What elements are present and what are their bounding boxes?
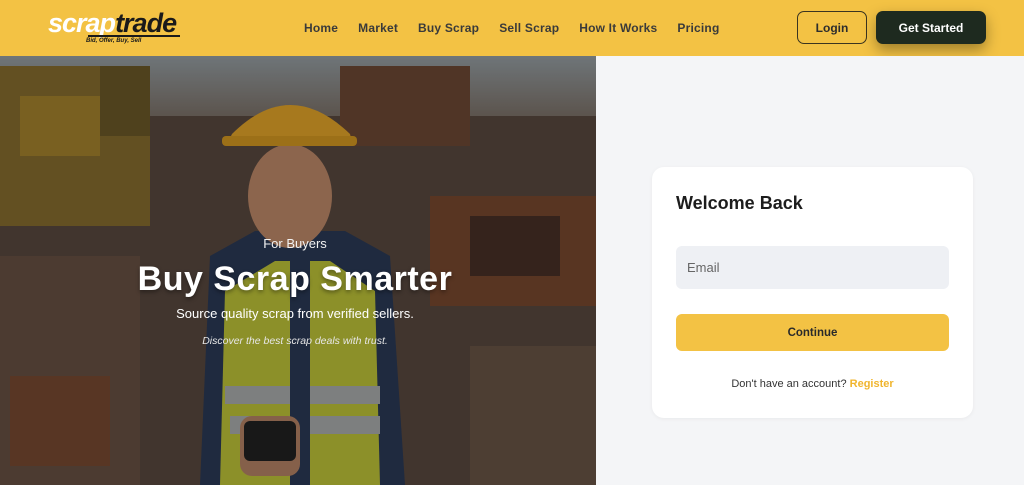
email-field[interactable] — [676, 246, 949, 289]
nav-link-home[interactable]: Home — [304, 21, 338, 35]
hero-title: Buy Scrap Smarter — [137, 260, 453, 298]
login-button[interactable]: Login — [797, 11, 867, 44]
nav-link-buy-scrap[interactable]: Buy Scrap — [418, 21, 479, 35]
hero-subtitle: Source quality scrap from verified selle… — [176, 306, 414, 321]
nav-links: Home Market Buy Scrap Sell Scrap How It … — [304, 0, 739, 56]
nav-link-sell-scrap[interactable]: Sell Scrap — [499, 21, 559, 35]
register-link[interactable]: Register — [850, 378, 894, 390]
logo-wordmark: scraptrade — [48, 8, 177, 38]
login-card: Welcome Back Continue Don't have an acco… — [652, 167, 973, 418]
login-card-title: Welcome Back — [676, 193, 803, 213]
nav-link-how-it-works[interactable]: How It Works — [579, 21, 657, 35]
register-prompt: Don't have an account? Register — [652, 378, 973, 390]
hero-text-block: For Buyers Buy Scrap Smarter Source qual… — [0, 56, 596, 485]
nav-link-pricing[interactable]: Pricing — [677, 21, 719, 35]
hero-eyebrow: For Buyers — [263, 236, 327, 251]
hero-section: For Buyers Buy Scrap Smarter Source qual… — [0, 56, 596, 485]
continue-button[interactable]: Continue — [676, 314, 949, 351]
get-started-button[interactable]: Get Started — [876, 11, 986, 44]
no-account-text: Don't have an account? — [731, 378, 847, 390]
brand-logo[interactable]: scraptrade Bid, Offer, Buy, Sell — [48, 8, 183, 48]
hero-note: Discover the best scrap deals with trust… — [202, 335, 388, 347]
logo-tagline: Bid, Offer, Buy, Sell — [86, 38, 142, 44]
nav-link-market[interactable]: Market — [358, 21, 398, 35]
logo-underline — [88, 35, 180, 37]
top-navbar: scraptrade Bid, Offer, Buy, Sell Home Ma… — [0, 0, 1024, 56]
